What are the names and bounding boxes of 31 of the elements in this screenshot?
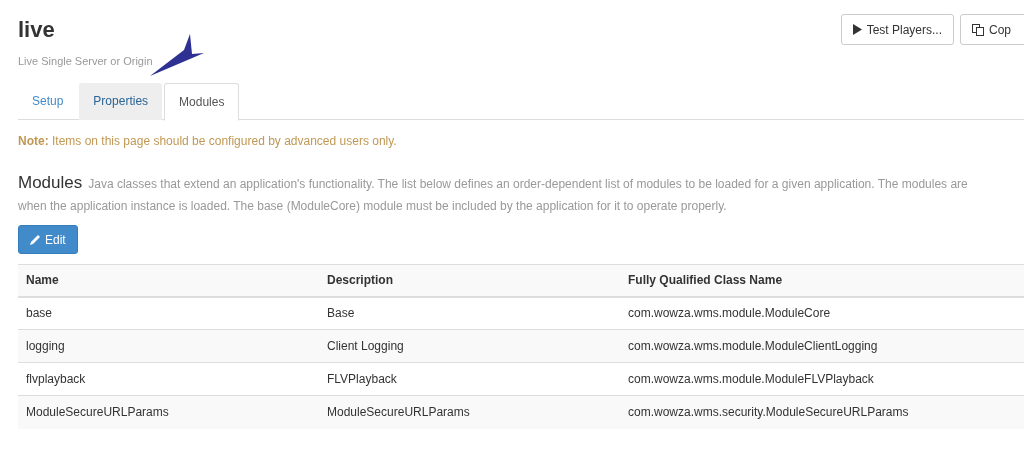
section-heading: Modules bbox=[18, 171, 83, 194]
table-cell: com.wowza.wms.module.ModuleFLVPlayback bbox=[620, 362, 1024, 396]
table-cell: com.wowza.wms.module.ModuleClientLogging bbox=[620, 329, 1024, 363]
table-cell: ModuleSecureURLParams bbox=[18, 395, 319, 429]
pencil-icon bbox=[30, 234, 41, 245]
tab[interactable]: Setup bbox=[18, 82, 78, 120]
edit-button[interactable]: Edit bbox=[18, 225, 78, 254]
section-description: Java classes that extend an application's functionality. The list below defines an order-dependent list of modules to be loaded for a given application. The modules are bbox=[88, 175, 968, 193]
page-title: live bbox=[18, 17, 56, 43]
table-cell: logging bbox=[18, 329, 319, 363]
column-header: Name bbox=[18, 264, 319, 297]
play-icon bbox=[852, 24, 862, 35]
section-description: when the application instance is loaded. The base (ModuleCore) module must be included by the application for it to operate properly. bbox=[18, 198, 727, 215]
column-header: Description bbox=[319, 264, 620, 297]
table-cell: ModuleSecureURLParams bbox=[319, 395, 620, 429]
tab[interactable]: Modules bbox=[164, 82, 240, 121]
table-cell: Base bbox=[319, 296, 620, 330]
table-cell: com.wowza.wms.security.ModuleSecureURLParams bbox=[620, 395, 1024, 429]
test-players-button[interactable]: Test Players... bbox=[840, 14, 954, 45]
table-cell: FLVPlayback bbox=[319, 362, 620, 396]
table-cell: Client Logging bbox=[319, 329, 620, 363]
tab[interactable]: Properties bbox=[79, 82, 163, 120]
page-subtitle: Live Single Server or Origin bbox=[18, 54, 153, 69]
table-cell: com.wowza.wms.module.ModuleCore bbox=[620, 296, 1024, 330]
copy-button[interactable]: Cop bbox=[960, 14, 1024, 45]
table-cell: flvplayback bbox=[18, 362, 319, 396]
note-text: Note: Items on this page should be configured by advanced users only. bbox=[18, 132, 398, 150]
column-header: Fully Qualified Class Name bbox=[620, 264, 1024, 297]
table-cell: base bbox=[18, 296, 319, 330]
pointer-arrow-icon bbox=[150, 34, 206, 76]
copy-icon bbox=[972, 23, 984, 36]
